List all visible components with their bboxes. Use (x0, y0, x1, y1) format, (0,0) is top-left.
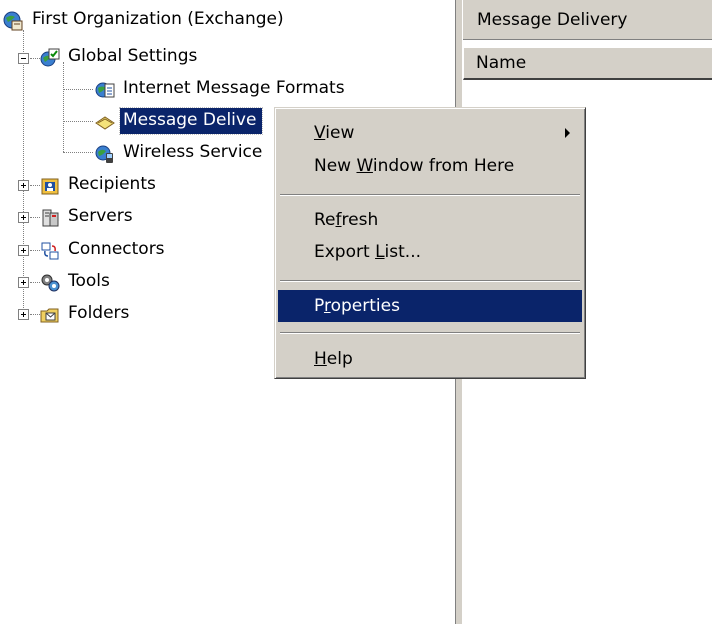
internet-formats-icon (95, 82, 115, 98)
tree-label-message-delivery[interactable]: Message Delive (118, 107, 264, 135)
context-menu: View New Window from Here Refresh Export… (274, 107, 586, 379)
menu-item-properties-text: Properties (314, 296, 400, 316)
tree-node-recipients[interactable]: Recipients (0, 172, 220, 198)
tree-label-root[interactable]: First Organization (Exchange) (29, 7, 287, 33)
tree-label-recipients[interactable]: Recipients (65, 172, 159, 198)
menu-item-export-list-text: Export List... (314, 242, 422, 262)
menu-separator (280, 194, 580, 196)
tree-node-internet-message-formats[interactable]: Internet Message Formats (0, 76, 400, 102)
global-settings-icon (40, 48, 60, 67)
folders-icon (40, 308, 59, 323)
menu-item-help-text: Help (314, 349, 353, 369)
tree-label-servers[interactable]: Servers (65, 204, 136, 230)
menu-item-new-window-from-here[interactable]: New Window from Here (278, 150, 582, 182)
menu-separator (280, 332, 580, 334)
menu-item-view[interactable]: View (278, 117, 582, 149)
tree-label-connectors[interactable]: Connectors (65, 237, 168, 263)
wireless-services-icon (95, 145, 113, 163)
menu-item-properties[interactable]: Properties (278, 290, 582, 322)
menu-item-export-list[interactable]: Export List... (278, 236, 582, 268)
result-pane-title: Message Delivery (463, 0, 712, 40)
submenu-arrow-icon (565, 128, 570, 138)
tree-label-folders[interactable]: Folders (65, 301, 132, 327)
tree-label-internet-message-formats[interactable]: Internet Message Formats (120, 76, 348, 102)
column-header-name[interactable]: Name (463, 47, 712, 80)
menu-item-refresh[interactable]: Refresh (278, 204, 582, 236)
servers-icon (42, 209, 59, 227)
tree-node-global-settings[interactable]: Global Settings (0, 44, 300, 70)
tools-icon (41, 274, 60, 292)
tree-node-message-delivery[interactable]: Message Delive (0, 107, 300, 135)
menu-item-view-text: View (314, 123, 355, 143)
menu-separator (280, 280, 580, 282)
tree-node-servers[interactable]: Servers (0, 204, 200, 230)
tree-node-root[interactable]: First Organization (Exchange) (0, 7, 340, 33)
message-delivery-icon (95, 116, 115, 130)
tree-node-tools[interactable]: Tools (0, 269, 160, 295)
tree-label-tools[interactable]: Tools (65, 269, 113, 295)
menu-item-help[interactable]: Help (278, 343, 582, 375)
connectors-icon (41, 242, 59, 260)
tree-label-wireless-services[interactable]: Wireless Service (120, 140, 265, 166)
org-globe-icon (3, 11, 23, 31)
tree-label-global-settings[interactable]: Global Settings (65, 44, 200, 70)
tree-node-folders[interactable]: Folders (0, 301, 180, 327)
menu-item-refresh-text: Refresh (314, 210, 379, 230)
recipients-icon (41, 178, 59, 195)
tree-node-connectors[interactable]: Connectors (0, 237, 220, 263)
menu-item-new-window-text: New Window from Here (314, 156, 515, 176)
tree-node-wireless-services[interactable]: Wireless Service (0, 140, 280, 166)
